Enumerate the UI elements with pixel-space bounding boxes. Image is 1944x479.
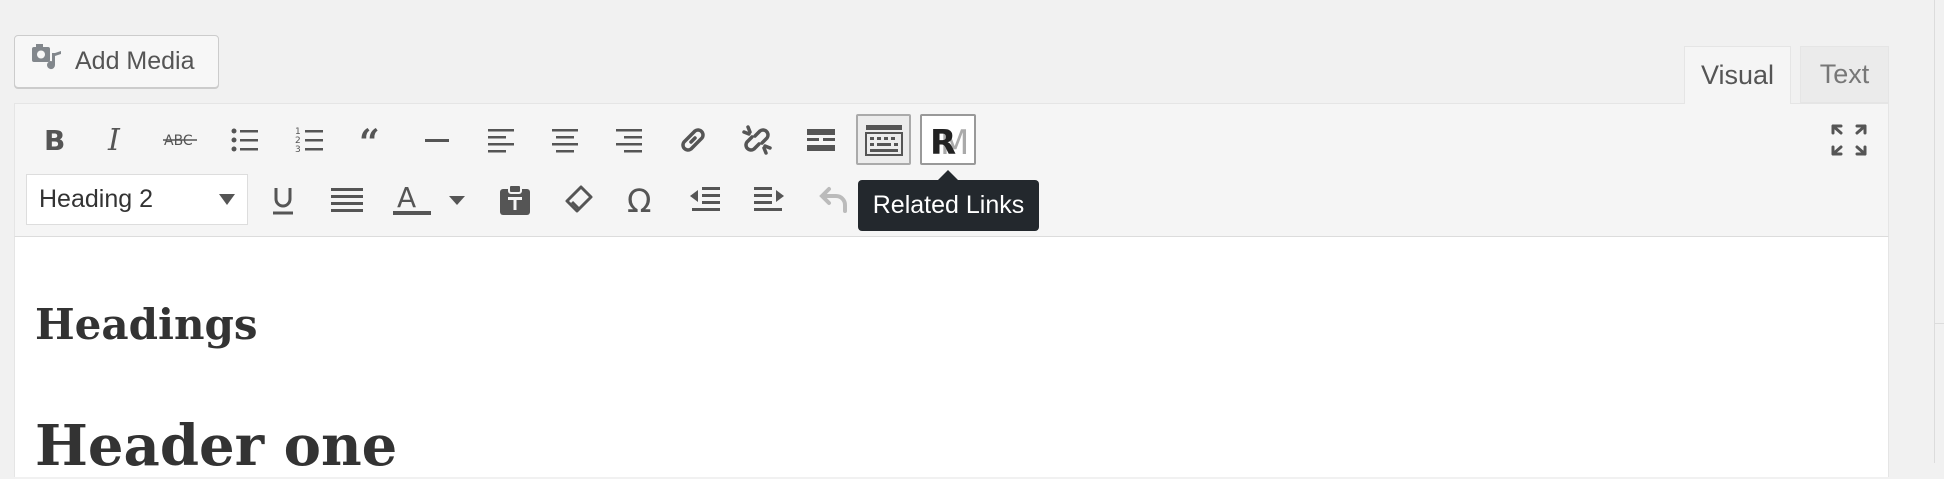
remove-link-button[interactable] xyxy=(730,116,784,164)
right-edge-divider xyxy=(1934,0,1935,463)
read-more-icon xyxy=(805,125,837,155)
format-select[interactable]: Heading 2 xyxy=(26,174,248,225)
indent-button[interactable] xyxy=(742,176,796,224)
justify-icon xyxy=(330,185,364,215)
numbered-list-icon: 1 2 3 xyxy=(295,125,325,155)
related-links-logo-icon: M R xyxy=(928,120,968,160)
paste-as-text-button[interactable] xyxy=(488,176,542,224)
special-character-button[interactable]: Ω xyxy=(614,176,668,224)
tooltip-arrow xyxy=(938,170,958,180)
outdent-button[interactable] xyxy=(678,176,732,224)
svg-text:B: B xyxy=(44,125,65,155)
clear-formatting-button[interactable] xyxy=(551,176,605,224)
horizontal-line-button[interactable] xyxy=(410,116,464,164)
chevron-down-icon xyxy=(219,194,235,205)
fullscreen-button[interactable] xyxy=(1822,116,1876,164)
add-media-button[interactable]: Add Media xyxy=(14,35,219,88)
media-camera-icon xyxy=(31,43,63,80)
omega-icon: Ω xyxy=(625,184,657,216)
strikethrough-icon: ABC xyxy=(162,125,198,155)
numbered-list-button[interactable]: 1 2 3 xyxy=(283,116,337,164)
italic-button[interactable]: I xyxy=(90,116,144,164)
related-links-tooltip: Related Links xyxy=(858,180,1039,231)
horizontal-line-icon xyxy=(422,125,452,155)
tab-visual[interactable]: Visual xyxy=(1684,46,1791,104)
underline-icon xyxy=(268,184,298,216)
blockquote-icon: “ xyxy=(358,125,388,155)
outdent-icon xyxy=(688,184,722,216)
unlink-icon xyxy=(740,123,774,157)
align-center-icon xyxy=(550,125,580,155)
right-edge-tick xyxy=(1934,323,1944,324)
underline-button[interactable] xyxy=(256,176,310,224)
paste-text-icon xyxy=(498,183,532,217)
text-color-dropdown[interactable] xyxy=(442,176,472,224)
svg-text:A: A xyxy=(397,183,416,214)
keyboard-icon xyxy=(864,123,903,157)
insert-link-button[interactable] xyxy=(666,116,720,164)
svg-text:Ω: Ω xyxy=(627,184,651,216)
svg-text:ABC: ABC xyxy=(164,133,193,149)
svg-text:I: I xyxy=(107,125,121,155)
align-right-button[interactable] xyxy=(602,116,656,164)
tooltip-text: Related Links xyxy=(872,191,1025,219)
tab-visual-label: Visual xyxy=(1700,60,1775,90)
toolbar-toggle-button[interactable] xyxy=(856,114,911,165)
align-center-button[interactable] xyxy=(538,116,592,164)
tab-text-label: Text xyxy=(1819,59,1870,89)
align-left-icon xyxy=(486,125,516,155)
justify-button[interactable] xyxy=(320,176,374,224)
link-icon xyxy=(677,124,709,156)
svg-text:3: 3 xyxy=(295,145,301,155)
svg-text:R: R xyxy=(930,123,956,160)
blockquote-button[interactable]: “ xyxy=(346,116,400,164)
italic-icon: I xyxy=(102,125,132,155)
bullet-list-button[interactable] xyxy=(218,116,272,164)
indent-icon xyxy=(752,184,786,216)
align-left-button[interactable] xyxy=(474,116,528,164)
tab-text[interactable]: Text xyxy=(1800,46,1889,103)
align-right-icon xyxy=(614,125,644,155)
fullscreen-icon xyxy=(1831,124,1867,156)
undo-button[interactable] xyxy=(806,176,860,224)
content-heading-2: Headings xyxy=(35,300,258,349)
add-media-label: Add Media xyxy=(75,47,195,75)
bold-icon: B xyxy=(38,125,68,155)
format-select-value: Heading 2 xyxy=(39,185,153,213)
caret-down-icon xyxy=(449,194,465,206)
text-color-button[interactable]: A xyxy=(385,176,439,224)
bold-button[interactable]: B xyxy=(26,116,80,164)
text-color-icon: A xyxy=(392,183,432,217)
strikethrough-button[interactable]: ABC xyxy=(153,116,207,164)
read-more-button[interactable] xyxy=(794,116,848,164)
bullet-list-icon xyxy=(230,125,260,155)
related-links-button[interactable]: M R xyxy=(920,114,976,165)
content-heading-1: Header one xyxy=(35,413,398,479)
undo-icon xyxy=(816,184,850,216)
svg-text:“: “ xyxy=(359,125,380,155)
eraser-icon xyxy=(562,184,594,216)
